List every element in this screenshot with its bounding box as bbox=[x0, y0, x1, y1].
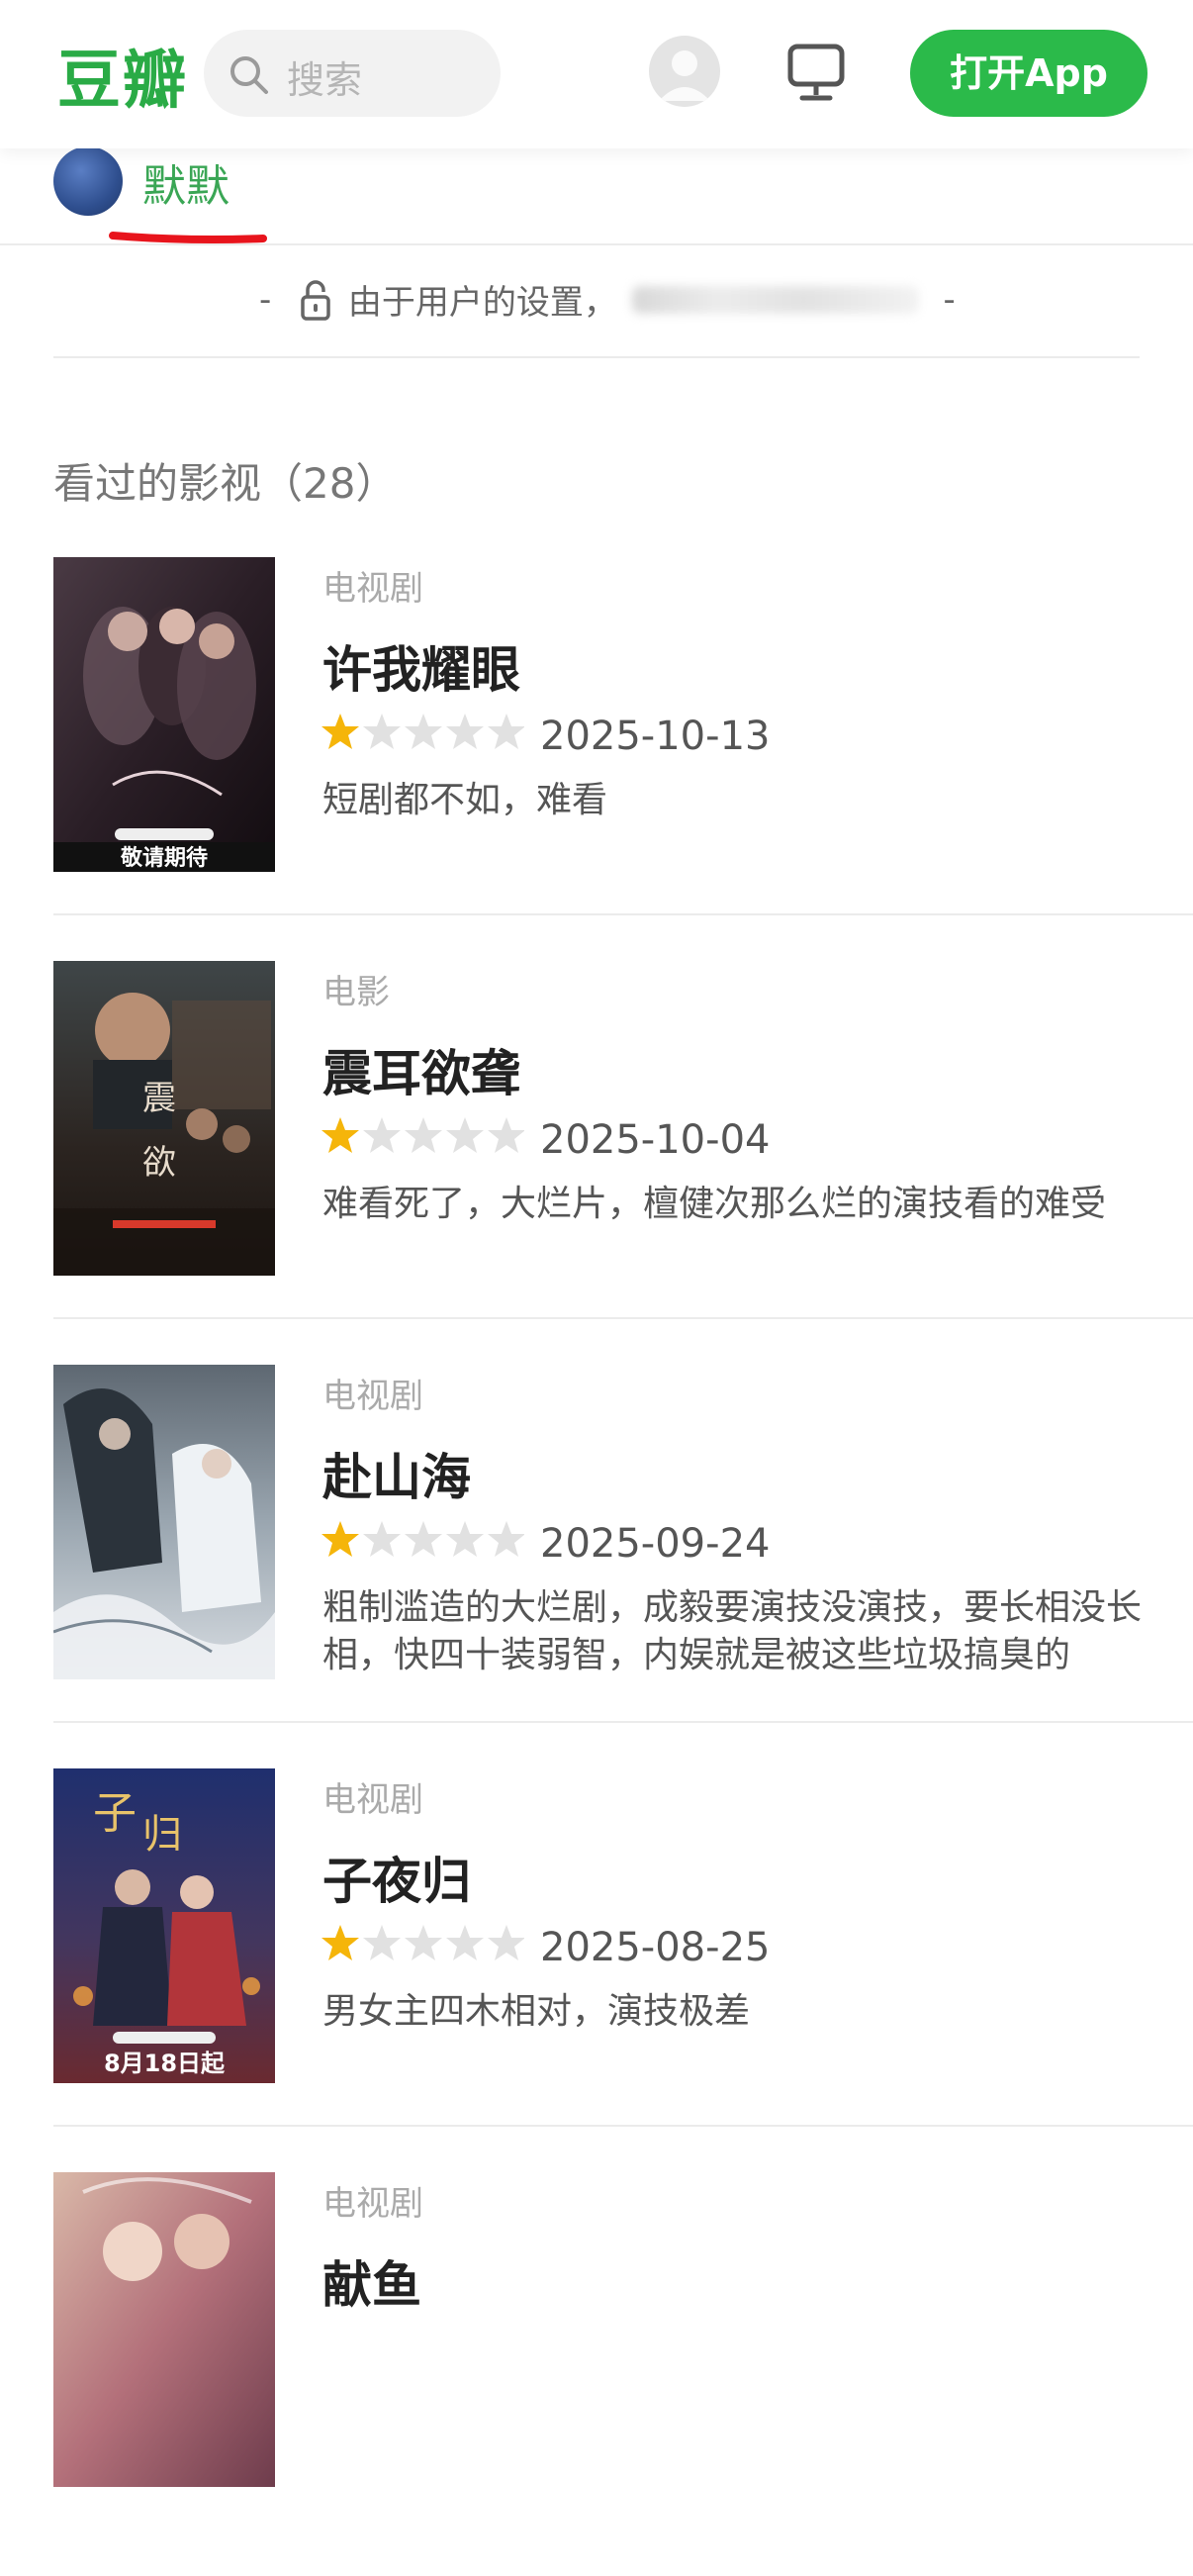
divider bbox=[53, 1317, 1193, 1319]
poster-image[interactable] bbox=[53, 1365, 275, 1679]
star-rating bbox=[321, 1923, 525, 1968]
star-icon bbox=[405, 1521, 442, 1557]
item-comment: 男女主四木相对，演技极差 bbox=[322, 1991, 751, 2032]
star-icon bbox=[321, 714, 359, 749]
divider bbox=[53, 2125, 1193, 2127]
blurred-text bbox=[631, 285, 919, 314]
divider bbox=[53, 1721, 1193, 1723]
star-icon bbox=[405, 1117, 442, 1153]
list-item[interactable]: 电视剧 赴山海 2025-09-24 粗制滥造的大烂剧，成毅要演技没演技，要长相… bbox=[0, 1365, 1193, 1768]
svg-text:欲: 欲 bbox=[142, 1143, 176, 1183]
poster-image[interactable] bbox=[53, 2172, 275, 2487]
svg-text:子: 子 bbox=[93, 1788, 137, 1839]
notice-message: 由于用户的设置， bbox=[347, 283, 617, 323]
divider bbox=[53, 913, 1193, 915]
item-title[interactable]: 许我耀眼 bbox=[322, 630, 520, 702]
star-icon bbox=[488, 714, 525, 749]
divider bbox=[53, 356, 1140, 358]
poster-image[interactable]: 子 归 8月18日起 bbox=[53, 1768, 275, 2083]
search-icon bbox=[230, 56, 268, 94]
item-type: 电影 bbox=[322, 973, 390, 1012]
item-date: 2025-10-04 bbox=[540, 1117, 771, 1163]
svg-text:归: 归 bbox=[142, 1812, 182, 1858]
lock-icon bbox=[301, 279, 330, 321]
star-icon bbox=[321, 1117, 359, 1153]
item-title[interactable]: 子夜归 bbox=[322, 1842, 471, 1913]
item-date: 2025-09-24 bbox=[540, 1521, 771, 1567]
item-title[interactable]: 献鱼 bbox=[322, 2245, 421, 2317]
poster-image[interactable]: 敬请期待 bbox=[53, 557, 275, 872]
notice-dash-right: - bbox=[943, 279, 956, 320]
item-title[interactable]: 赴山海 bbox=[322, 1438, 471, 1509]
item-date: 2025-08-25 bbox=[540, 1925, 771, 1970]
star-rating bbox=[321, 712, 525, 757]
star-icon bbox=[446, 714, 484, 749]
star-icon bbox=[321, 1521, 359, 1557]
profile-username[interactable]: 默默 bbox=[142, 150, 229, 214]
red-annotation-underline bbox=[109, 232, 267, 243]
poster-caption: 8月18日起 bbox=[104, 2050, 226, 2077]
douban-logo[interactable]: 豆瓣 bbox=[57, 30, 188, 121]
top-nav-bar: 豆瓣 搜索 打开App bbox=[0, 0, 1193, 148]
item-comment: 难看死了，大烂片，檀健次那么烂的演技看的难受 bbox=[322, 1184, 1107, 1224]
item-type: 电视剧 bbox=[322, 2184, 423, 2224]
divider bbox=[0, 243, 1193, 245]
star-icon bbox=[363, 1925, 401, 1960]
star-icon bbox=[363, 714, 401, 749]
star-icon bbox=[446, 1521, 484, 1557]
star-icon bbox=[405, 1925, 442, 1960]
privacy-notice: - 由于用户的设置， - bbox=[259, 275, 956, 331]
star-icon bbox=[446, 1925, 484, 1960]
item-comment: 短剧都不如，难看 bbox=[322, 780, 608, 820]
list-item[interactable]: 电视剧 献鱼 bbox=[0, 2172, 1193, 2576]
profile-avatar[interactable] bbox=[53, 146, 123, 216]
search-placeholder: 搜索 bbox=[287, 58, 363, 102]
user-avatar-icon[interactable] bbox=[649, 36, 720, 107]
notice-dash-left: - bbox=[259, 279, 272, 320]
star-rating bbox=[321, 1115, 525, 1161]
star-icon bbox=[488, 1521, 525, 1557]
open-app-button[interactable]: 打开App bbox=[910, 30, 1147, 117]
item-title[interactable]: 震耳欲聋 bbox=[322, 1034, 520, 1105]
item-type: 电视剧 bbox=[322, 569, 423, 609]
star-icon bbox=[363, 1521, 401, 1557]
star-rating bbox=[321, 1519, 525, 1565]
item-comment: 粗制滥造的大烂剧，成毅要演技没演技，要长相没长相，快四十装弱智，内娱就是被这些垃… bbox=[322, 1587, 1143, 1675]
watched-section-title: 看过的影视（28） bbox=[53, 459, 398, 508]
star-icon bbox=[446, 1117, 484, 1153]
list-item[interactable]: 子 归 8月18日起 电视剧 子夜归 2025-08-25 男女主四木相对，演技… bbox=[0, 1768, 1193, 2172]
poster-title-text: 震 bbox=[142, 1079, 176, 1118]
star-icon bbox=[488, 1117, 525, 1153]
star-icon bbox=[488, 1925, 525, 1960]
list-item[interactable]: 敬请期待 电视剧 许我耀眼 2025-10-13 短剧都不如，难看 bbox=[0, 557, 1193, 961]
list-item[interactable]: 震 欲 电影 震耳欲聋 2025-10-04 难看死了，大烂片，檀健次那么烂的演… bbox=[0, 961, 1193, 1365]
item-date: 2025-10-13 bbox=[540, 714, 771, 759]
item-type: 电视剧 bbox=[322, 1780, 423, 1820]
monitor-icon[interactable] bbox=[787, 44, 845, 107]
star-icon bbox=[405, 714, 442, 749]
star-icon bbox=[363, 1117, 401, 1153]
star-icon bbox=[321, 1925, 359, 1960]
poster-caption: 敬请期待 bbox=[120, 845, 208, 871]
search-box[interactable]: 搜索 bbox=[204, 30, 501, 117]
item-type: 电视剧 bbox=[322, 1377, 423, 1416]
poster-image[interactable]: 震 欲 bbox=[53, 961, 275, 1276]
